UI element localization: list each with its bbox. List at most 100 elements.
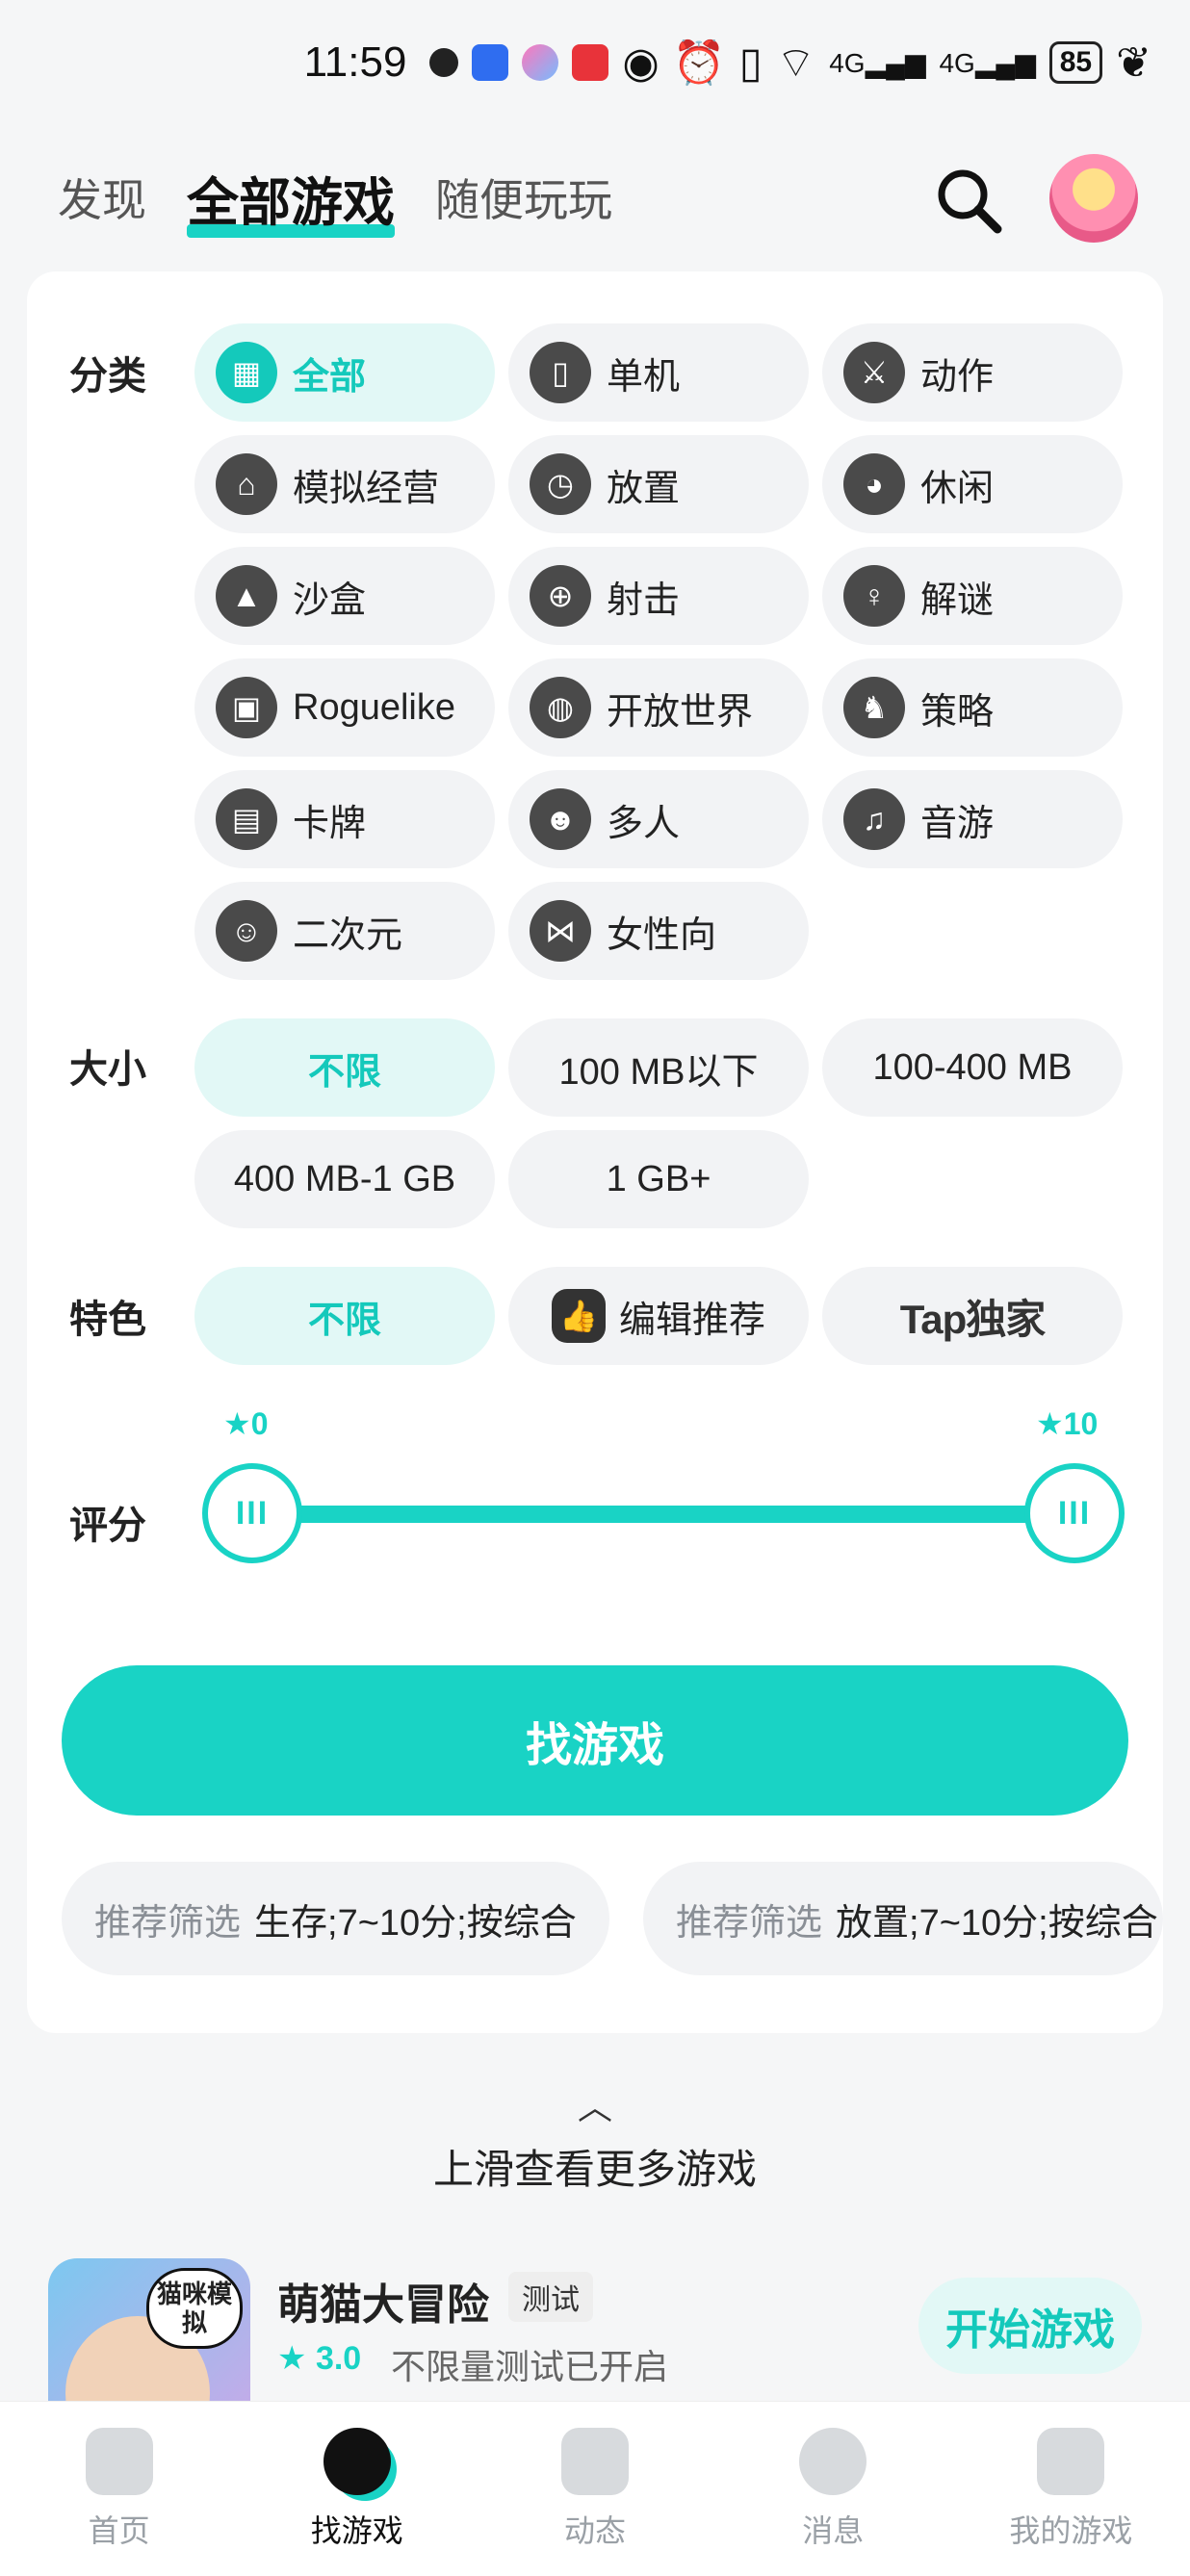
category-option[interactable]: ▣ Roguelike	[194, 658, 495, 757]
category-option[interactable]: ♞ 策略	[822, 658, 1123, 757]
category-option[interactable]: ⌂ 模拟经营	[194, 435, 495, 533]
feature-option-unlimited[interactable]: 不限	[194, 1267, 495, 1365]
category-option[interactable]: ♫ 音游	[822, 770, 1123, 868]
rating-max-value: ★10	[1036, 1406, 1099, 1441]
category-option[interactable]: ▲ 沙盒	[194, 547, 495, 645]
nav-messages-label: 消息	[802, 2512, 865, 2548]
feed-icon	[561, 2427, 629, 2495]
pacman-icon: ◕	[843, 453, 905, 515]
category-option-label: 女性向	[607, 914, 717, 956]
category-option[interactable]: ☺ 二次元	[194, 882, 495, 980]
start-game-button[interactable]: 开始游戏	[918, 2278, 1142, 2374]
nav-feed[interactable]: 动态	[476, 2402, 713, 2576]
category-option-label: Roguelike	[293, 686, 455, 728]
qq-icon	[429, 48, 459, 77]
music-note-icon: ♫	[843, 788, 905, 850]
category-option-label: 沙盒	[293, 580, 367, 621]
nav-my-games[interactable]: 我的游戏	[952, 2402, 1190, 2576]
filter-panel: 分类 ▦ 全部 ▯ 单机 ⚔ 动作 ⌂ 模拟经营 ◷ 放置 ◕ 休闲 ▲ 沙盒 ⊕ 射击 ♀ 解谜 ▣ Rogueli…	[27, 271, 1163, 2033]
chevron-up-icon: ︿	[577, 2087, 612, 2126]
category-option-label: 单机	[607, 356, 681, 398]
game-thumbnail-badge: 猫咪模拟	[146, 2268, 243, 2349]
grid-icon: ▦	[216, 342, 277, 403]
nav-home-label: 首页	[88, 2512, 150, 2548]
game-rating-value: 3.0	[315, 2340, 362, 2377]
rating-min-handle[interactable]: III	[202, 1463, 302, 1563]
rating-slider-track[interactable]	[250, 1506, 1086, 1523]
signal-icon: 4G▂▄▆	[939, 47, 1036, 78]
category-option[interactable]: ♀ 解谜	[822, 547, 1123, 645]
size-option-100-400mb[interactable]: 100-400 MB	[822, 1018, 1123, 1117]
app-notification-icon	[522, 44, 559, 81]
sword-icon: ⚔	[843, 342, 905, 403]
category-option-label: 解谜	[920, 580, 995, 621]
nav-home[interactable]: 首页	[0, 2402, 238, 2576]
preset-filter-survival[interactable]: 推荐筛选 生存;7~10分;按综合	[62, 1862, 609, 1975]
tab-discover[interactable]: 发现	[58, 166, 146, 229]
alarm-icon: ⏰	[672, 39, 726, 87]
scroll-up-hint-text: 上滑查看更多游戏	[432, 2147, 757, 2192]
battery-indicator: 85	[1048, 41, 1103, 84]
tab-random-play[interactable]: 随便玩玩	[435, 166, 612, 229]
category-option[interactable]: ⊕ 射击	[508, 547, 809, 645]
scroll-up-hint[interactable]: ︿ 上滑查看更多游戏	[0, 2079, 1190, 2196]
find-games-button[interactable]: 找游戏	[62, 1665, 1128, 1816]
search-icon[interactable]	[930, 162, 1007, 239]
preset-value: 生存;7~10分;按综合	[254, 1902, 577, 1944]
category-option-label: 放置	[607, 468, 681, 509]
category-option-label: 动作	[920, 356, 995, 398]
feature-label: 特色	[69, 1299, 146, 1341]
rating-max-handle[interactable]: III	[1024, 1463, 1125, 1563]
size-option-unlimited[interactable]: 不限	[194, 1018, 495, 1117]
chat-bubble-icon	[799, 2427, 867, 2495]
shop-icon: ⌂	[216, 453, 277, 515]
category-option[interactable]: ▯ 单机	[508, 323, 809, 422]
category-option-label: 卡牌	[293, 803, 367, 844]
feature-option-tap-exclusive[interactable]: Tap独家	[822, 1267, 1123, 1365]
preset-label: 推荐筛选	[94, 1902, 242, 1944]
rating-max-number: 10	[1063, 1406, 1099, 1441]
feature-option-editor-pick[interactable]: 👍 编辑推荐	[508, 1267, 809, 1365]
game-status-tag: 测试	[508, 2272, 593, 2322]
rating-min-value: ★0	[223, 1406, 269, 1441]
category-option[interactable]: ☻ 多人	[508, 770, 809, 868]
size-option-1gb-plus[interactable]: 1 GB+	[508, 1130, 809, 1228]
app-notification-icon	[472, 44, 509, 81]
globe-icon: ◍	[530, 677, 591, 738]
stopwatch-icon: ◷	[530, 453, 591, 515]
category-option[interactable]: ▤ 卡牌	[194, 770, 495, 868]
game-list-item[interactable]: 猫咪模拟 萌猫大冒险 测试 ★ 3.0 不限量测试已开启 开始游戏	[0, 2243, 1190, 2441]
preset-filter-idle[interactable]: 推荐筛选 放置;7~10分;按综合	[643, 1862, 1163, 1975]
category-option[interactable]: ◍ 开放世界	[508, 658, 809, 757]
anime-girl-icon: ☺	[216, 900, 277, 962]
chess-knight-icon: ♞	[843, 677, 905, 738]
category-option[interactable]: ◕ 休闲	[822, 435, 1123, 533]
key-icon: ♀	[843, 565, 905, 627]
category-option-label: 休闲	[920, 468, 995, 509]
nav-find-games[interactable]: 找游戏	[238, 2402, 476, 2576]
nav-find-games-label: 找游戏	[310, 2512, 403, 2548]
category-option[interactable]: ⋈ 女性向	[508, 882, 809, 980]
category-label: 分类	[69, 355, 146, 398]
category-option[interactable]: ▦ 全部	[194, 323, 495, 422]
game-title[interactable]: 萌猫大冒险	[277, 2270, 489, 2331]
nav-messages[interactable]: 消息	[714, 2402, 952, 2576]
size-option-under-100mb[interactable]: 100 MB以下	[508, 1018, 809, 1117]
category-option-label: 二次元	[293, 914, 403, 956]
preset-label: 推荐筛选	[676, 1902, 823, 1944]
category-option[interactable]: ⚔ 动作	[822, 323, 1123, 422]
people-icon: ☻	[530, 788, 591, 850]
size-option-400mb-1gb[interactable]: 400 MB-1 GB	[194, 1130, 495, 1228]
gameboy-icon: ▯	[530, 342, 591, 403]
avatar[interactable]	[1049, 154, 1138, 243]
planet-icon	[323, 2427, 391, 2495]
signal-icon: 4G▂▄▆	[829, 47, 926, 78]
gamepad-icon	[1037, 2427, 1105, 2495]
bottom-nav: 首页 找游戏 动态 消息 我的游戏	[0, 2401, 1190, 2576]
category-option-label: 策略	[920, 691, 995, 733]
eye-icon: ◉	[622, 39, 660, 87]
tab-all-games[interactable]: 全部游戏	[187, 160, 395, 238]
nav-my-games-label: 我的游戏	[1009, 2512, 1133, 2548]
category-option[interactable]: ◷ 放置	[508, 435, 809, 533]
rating-min-number: 0	[250, 1406, 269, 1441]
